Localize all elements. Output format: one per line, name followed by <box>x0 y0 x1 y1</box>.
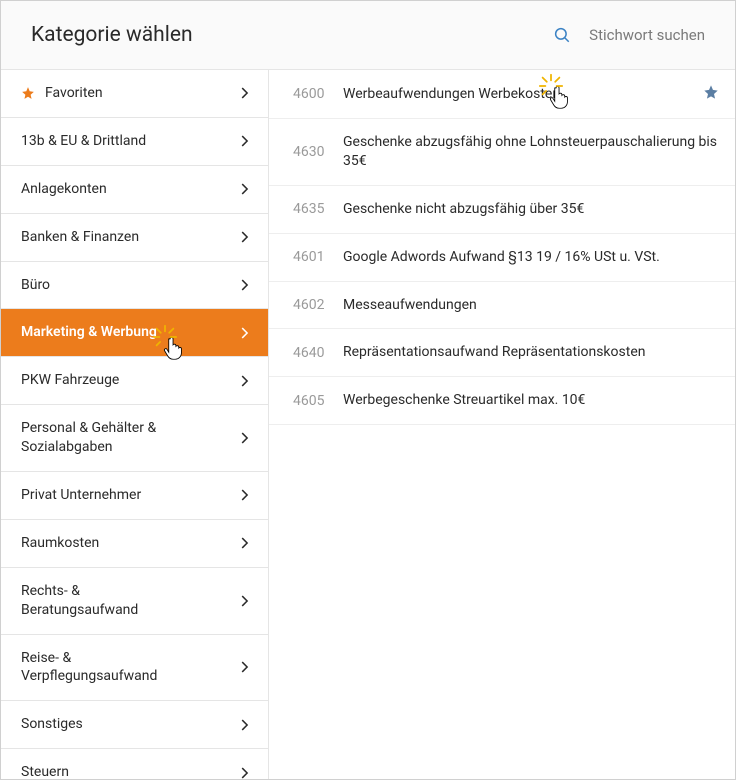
account-row[interactable]: 4605Werbegeschenke Streuartikel max. 10€ <box>269 377 735 425</box>
chevron-right-icon <box>240 374 250 388</box>
sidebar-item[interactable]: Raumkosten <box>1 520 268 568</box>
chevron-right-icon <box>240 134 250 148</box>
sidebar-item-label: Steuern <box>21 763 69 779</box>
sidebar-item[interactable]: Anlagekonten <box>1 166 268 214</box>
sidebar-item[interactable]: Steuern <box>1 749 268 779</box>
sidebar-item[interactable]: Marketing & Werbung <box>1 309 268 357</box>
chevron-right-icon <box>240 431 250 445</box>
search-placeholder: Stichwort suchen <box>589 26 705 44</box>
sidebar-item-label: Favoriten <box>45 84 103 103</box>
search-icon <box>553 26 571 44</box>
account-code: 4605 <box>293 393 343 409</box>
sidebar-item-label: Anlagekonten <box>21 180 107 199</box>
account-code: 4630 <box>293 144 343 160</box>
sidebar-item[interactable]: Banken & Finanzen <box>1 214 268 262</box>
account-code: 4640 <box>293 345 343 361</box>
sidebar-item-label: Reise- & Verpflegungsaufwand <box>21 649 196 687</box>
star-icon <box>703 84 719 100</box>
body: Favoriten 13b & EU & Drittland Anlagekonte… <box>1 70 735 779</box>
account-label: Werbeaufwendungen Werbekosten <box>343 85 703 104</box>
chevron-right-icon <box>240 594 250 608</box>
account-code: 4601 <box>293 249 343 265</box>
account-code: 4635 <box>293 201 343 217</box>
sidebar-item[interactable]: PKW Fahrzeuge <box>1 357 268 405</box>
account-row[interactable]: 4600Werbeaufwendungen Werbekosten <box>269 70 735 119</box>
account-row[interactable]: 4630Geschenke abzugsfähig ohne Lohnsteue… <box>269 119 735 186</box>
account-row[interactable]: 4635Geschenke nicht abzugsfähig über 35€ <box>269 186 735 234</box>
page-title: Kategorie wählen <box>31 23 193 47</box>
sidebar-item[interactable]: Favoriten <box>1 70 268 118</box>
sidebar-item[interactable]: 13b & EU & Drittland <box>1 118 268 166</box>
search-area[interactable]: Stichwort suchen <box>553 26 705 44</box>
star-icon <box>21 86 35 100</box>
sidebar-item-label: Raumkosten <box>21 534 99 553</box>
account-code: 4602 <box>293 297 343 313</box>
account-label: Geschenke abzugsfähig ohne Lohnsteuerpau… <box>343 133 719 171</box>
account-label: Messeaufwendungen <box>343 296 719 315</box>
account-code: 4600 <box>293 86 343 102</box>
sidebar-item-label: 13b & EU & Drittland <box>21 132 146 151</box>
chevron-right-icon <box>240 660 250 674</box>
favorite-star[interactable] <box>703 84 719 104</box>
chevron-right-icon <box>240 766 250 779</box>
sidebar-item[interactable]: Sonstiges <box>1 701 268 749</box>
sidebar-item-label: Banken & Finanzen <box>21 228 139 247</box>
sidebar-item[interactable]: Rechts- & Beratungsaufwand <box>1 568 268 635</box>
sidebar-item-label: Privat Unternehmer <box>21 486 141 505</box>
chevron-right-icon <box>240 230 250 244</box>
sidebar-item-label: Büro <box>21 276 50 295</box>
sidebar-item[interactable]: Privat Unternehmer <box>1 472 268 520</box>
sidebar-item-label: Sonstiges <box>21 715 83 734</box>
sidebar-item[interactable]: Personal & Gehälter & Sozialabgaben <box>1 405 268 472</box>
category-sidebar[interactable]: Favoriten 13b & EU & Drittland Anlagekonte… <box>1 70 269 779</box>
account-label: Repräsentationsaufwand Repräsentationsko… <box>343 343 719 362</box>
account-row[interactable]: 4640Repräsentationsaufwand Repräsentatio… <box>269 329 735 377</box>
sidebar-item-label: Rechts- & Beratungsaufwand <box>21 582 196 620</box>
chevron-right-icon <box>240 326 250 340</box>
chevron-right-icon <box>240 182 250 196</box>
chevron-right-icon <box>240 86 250 100</box>
account-row[interactable]: 4602Messeaufwendungen <box>269 282 735 330</box>
sidebar-item-label: PKW Fahrzeuge <box>21 371 119 390</box>
chevron-right-icon <box>240 718 250 732</box>
sidebar-item-label: Personal & Gehälter & Sozialabgaben <box>21 419 196 457</box>
account-label: Geschenke nicht abzugsfähig über 35€ <box>343 200 719 219</box>
chevron-right-icon <box>240 278 250 292</box>
category-picker: Kategorie wählen Stichwort suchen Favori… <box>0 0 736 780</box>
chevron-right-icon <box>240 488 250 502</box>
account-row[interactable]: 4601Google Adwords Aufwand §13 19 / 16% … <box>269 234 735 282</box>
sidebar-item[interactable]: Reise- & Verpflegungsaufwand <box>1 635 268 702</box>
account-label: Werbegeschenke Streuartikel max. 10€ <box>343 391 719 410</box>
chevron-right-icon <box>240 536 250 550</box>
sidebar-item-label: Marketing & Werbung <box>21 323 157 342</box>
account-list: 4600Werbeaufwendungen Werbekosten 4630Ge… <box>269 70 735 779</box>
sidebar-item[interactable]: Büro <box>1 262 268 310</box>
account-label: Google Adwords Aufwand §13 19 / 16% USt … <box>343 248 719 267</box>
header: Kategorie wählen Stichwort suchen <box>1 1 735 70</box>
